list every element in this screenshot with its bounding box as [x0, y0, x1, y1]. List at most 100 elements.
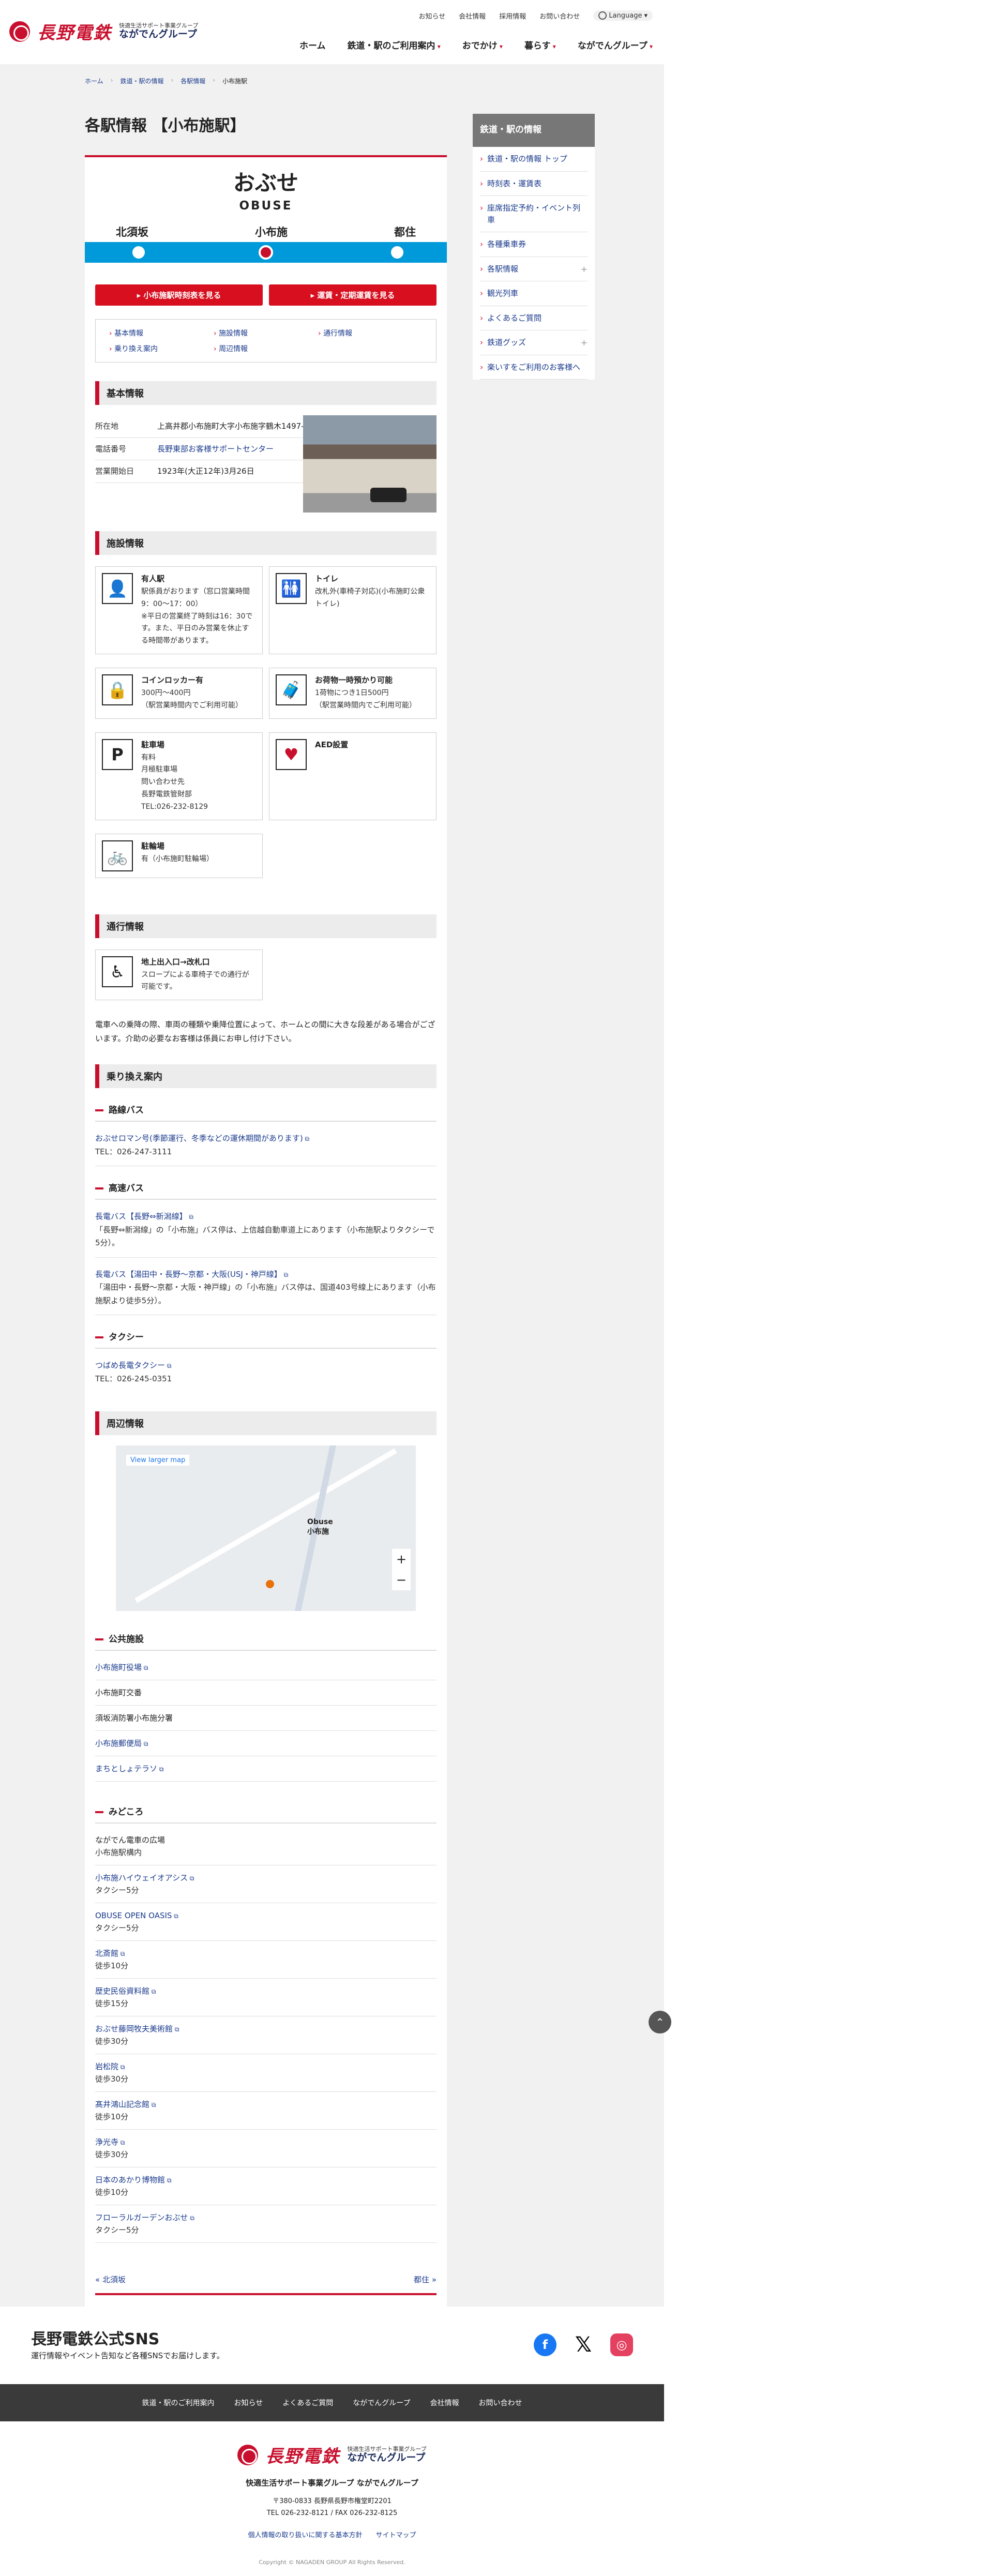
- row-value: 上高井郡小布施町大字小布施字鶴木1497-2: [157, 421, 309, 431]
- taxi-link[interactable]: つばめ長電タクシー: [95, 1361, 171, 1370]
- instagram-icon[interactable]: ◎: [610, 2333, 633, 2356]
- x-icon[interactable]: 𝕏: [572, 2333, 595, 2357]
- back-to-top-button[interactable]: ⌃: [649, 2011, 671, 2033]
- expand-plus-icon[interactable]: +: [581, 337, 588, 349]
- footer-nav: 鉄道・駅のご利用案内 お知らせ よくあるご質問 ながでんグループ 会社情報 お問…: [0, 2384, 664, 2421]
- express-link-2[interactable]: 長電バス【湯田中・長野～京都・大阪(USJ・神戸線】: [95, 1270, 288, 1279]
- utility-nav: お知らせ 会社情報 採用情報 お問い合わせ Language ▾: [419, 10, 653, 21]
- next-station-link[interactable]: 都住 »: [414, 2274, 437, 2285]
- logo[interactable]: 長野電鉄 快適生活サポート事業グループ ながでんグループ: [9, 19, 198, 44]
- facility-luggage: 🧳 お荷物一時預かり可能 1荷物につき1日500円 （駅営業時間内でご利用可能）: [269, 667, 437, 719]
- sidebar-item-label[interactable]: 各駅情報: [487, 264, 518, 274]
- sitemap-link[interactable]: サイトマップ: [376, 2529, 416, 2539]
- list-item-name[interactable]: まちとしょテラソ: [95, 1764, 163, 1773]
- support-center-link[interactable]: 長野東部お客様サポートセンター: [157, 443, 310, 455]
- link-transfer[interactable]: 乗り換え案内: [109, 343, 214, 354]
- util-contact[interactable]: お問い合わせ: [539, 11, 580, 21]
- sidebar-item-label[interactable]: 各種乗車券: [487, 239, 526, 249]
- sidebar-item-label[interactable]: よくあるご質問: [487, 313, 541, 323]
- nav-group[interactable]: ながでんグループ: [578, 38, 653, 51]
- list-item-name[interactable]: 日本のあかり博物館: [95, 2175, 171, 2185]
- timetable-button[interactable]: 小布施駅時刻表を見る: [95, 284, 263, 306]
- breadcrumb-stations[interactable]: 各駅情報: [180, 77, 205, 85]
- fare-button[interactable]: 運賃・定期運賃を見る: [269, 284, 437, 306]
- transfer-heading: 乗り換え案内: [95, 1064, 437, 1089]
- privacy-link[interactable]: 個人情報の取り扱いに関する基本方針: [248, 2529, 362, 2539]
- sns-icons: f 𝕏 ◎: [534, 2333, 633, 2357]
- list-item-name[interactable]: 岩松院: [95, 2062, 125, 2071]
- facility-parking: P 駐車場 有料 月極駐車場 問い合わせ先 長野電鉄管財部 TEL:026-232…: [95, 732, 263, 820]
- prev-station-link[interactable]: « 北須坂: [95, 2274, 126, 2285]
- taxi-tel: TEL：026-245-0351: [95, 1374, 172, 1383]
- sidebar-item-label[interactable]: 鉄道・駅の情報 トップ: [487, 154, 567, 163]
- nav-outing[interactable]: おでかけ: [462, 38, 503, 51]
- sidebar-item[interactable]: 鉄道・駅の情報 トップ: [480, 147, 588, 172]
- sidebar-item[interactable]: 鉄道グッズ +: [480, 330, 588, 355]
- view-larger-map-link[interactable]: View larger map: [126, 1455, 190, 1466]
- footer-nav-railway[interactable]: 鉄道・駅のご利用案内: [142, 2398, 215, 2408]
- sidebar-item[interactable]: よくあるご質問: [480, 306, 588, 330]
- express-link-1[interactable]: 長電バス【長野⇔新潟線】: [95, 1212, 193, 1221]
- current-station-dot: [259, 245, 273, 260]
- sidebar-item[interactable]: 楽いすをご利用のお客様へ: [480, 355, 588, 380]
- list-item-name[interactable]: おぶせ藤岡牧夫美術館: [95, 2024, 179, 2033]
- footer-nav-faq[interactable]: よくあるご質問: [282, 2398, 333, 2408]
- prev-station-name[interactable]: 北須坂: [116, 224, 148, 239]
- footer-nav-news[interactable]: お知らせ: [234, 2398, 263, 2408]
- list-item-name[interactable]: OBUSE OPEN OASIS: [95, 1911, 178, 1920]
- language-selector[interactable]: Language ▾: [593, 10, 653, 21]
- nav-railway[interactable]: 鉄道・駅のご利用案内: [348, 38, 441, 51]
- facility-title: トイレ: [315, 574, 339, 583]
- list-item-name[interactable]: フローラルガーデンおぶせ: [95, 2213, 194, 2222]
- sidebar-item-label[interactable]: 観光列車: [487, 289, 518, 298]
- map-pin-icon[interactable]: [266, 1580, 274, 1589]
- footer-nav-group[interactable]: ながでんグループ: [353, 2398, 410, 2408]
- list-item-name[interactable]: 浄光寺: [95, 2137, 125, 2147]
- footer-logo[interactable]: 長野電鉄 快適生活サポート事業グループ ながでんグループ: [237, 2442, 427, 2467]
- breadcrumb-home[interactable]: ホーム: [85, 77, 103, 85]
- link-nearby[interactable]: 周辺情報: [214, 343, 318, 354]
- list-item-sub: 徒歩10分: [95, 1961, 129, 1971]
- sidebar-item-label[interactable]: 楽いすをご利用のお客様へ: [487, 363, 580, 372]
- parking-icon: P: [102, 739, 133, 770]
- footer-group-title: ながでんグループ: [347, 2452, 426, 2464]
- sidebar-item[interactable]: 各駅情報 +: [480, 257, 588, 281]
- footer-company: 快適生活サポート事業グループ ながでんグループ: [246, 2478, 418, 2488]
- sidebar-item[interactable]: 座席指定予約・イベント列車: [480, 196, 588, 232]
- util-company[interactable]: 会社情報: [459, 11, 486, 21]
- list-item-name[interactable]: 北斎館: [95, 1949, 125, 1958]
- facility-grid: 👤 有人駅 駅係員がおります（窓口営業時間9：00～17：00） ※平日の営業終了…: [95, 566, 437, 878]
- sidebar-item[interactable]: 観光列車: [480, 281, 588, 306]
- list-item-name[interactable]: 小布施町役場: [95, 1663, 148, 1672]
- list-item-name[interactable]: 小布施郵便局: [95, 1739, 148, 1748]
- map-zoom-controls[interactable]: + −: [392, 1549, 411, 1591]
- nav-home[interactable]: ホーム: [299, 38, 326, 51]
- list-item-name[interactable]: 髙井鴻山記念館: [95, 2100, 156, 2109]
- link-facilities[interactable]: 施設情報: [214, 328, 318, 338]
- expand-plus-icon[interactable]: +: [581, 263, 588, 276]
- sidebar-item-label[interactable]: 座席指定予約・イベント列車: [487, 203, 580, 224]
- link-basic[interactable]: 基本情報: [109, 328, 214, 338]
- footer-nav-company[interactable]: 会社情報: [430, 2398, 459, 2408]
- access-desc: スロープによる車椅子での通行が可能です。: [141, 970, 249, 991]
- next-station-name[interactable]: 都住: [394, 224, 416, 239]
- util-news[interactable]: お知らせ: [419, 11, 446, 21]
- sns-section: 長野電鉄公式SNS 運行情報やイベント告知など各種SNSでお届けします。 f 𝕏…: [0, 2307, 664, 2384]
- list-item-name[interactable]: 小布施ハイウェイオアシス: [95, 1873, 194, 1882]
- footer-nav-contact[interactable]: お問い合わせ: [478, 2398, 522, 2408]
- express-info-1: 長電バス【長野⇔新潟線】 「長野⇔新潟線」の「小布施」バス停は、上信越自動車道上…: [95, 1210, 437, 1258]
- bus-link[interactable]: おぶせロマン号(季節運行、冬季などの運休期間があります): [95, 1134, 309, 1143]
- list-item-name[interactable]: 歴史民俗資料館: [95, 1986, 156, 1996]
- sidebar-item-label[interactable]: 鉄道グッズ: [487, 338, 526, 347]
- sidebar-item-label[interactable]: 時刻表・運賃表: [487, 179, 541, 188]
- google-map[interactable]: View larger map Obuse 小布施 + −: [116, 1445, 416, 1611]
- basic-info: 所在地 上高井郡小布施町大字小布施字鶴木1497-2 電話番号 長野東部お客様サ…: [95, 415, 437, 513]
- link-access[interactable]: 通行情報: [318, 328, 423, 338]
- sidebar-item[interactable]: 各種乗車券: [480, 232, 588, 257]
- access-heading: 通行情報: [95, 914, 437, 938]
- sidebar-item[interactable]: 時刻表・運賃表: [480, 172, 588, 196]
- breadcrumb-railway[interactable]: 鉄道・駅の情報: [120, 77, 163, 85]
- util-recruit[interactable]: 採用情報: [499, 11, 526, 21]
- facebook-icon[interactable]: f: [534, 2333, 556, 2356]
- nav-living[interactable]: 暮らす: [524, 38, 556, 51]
